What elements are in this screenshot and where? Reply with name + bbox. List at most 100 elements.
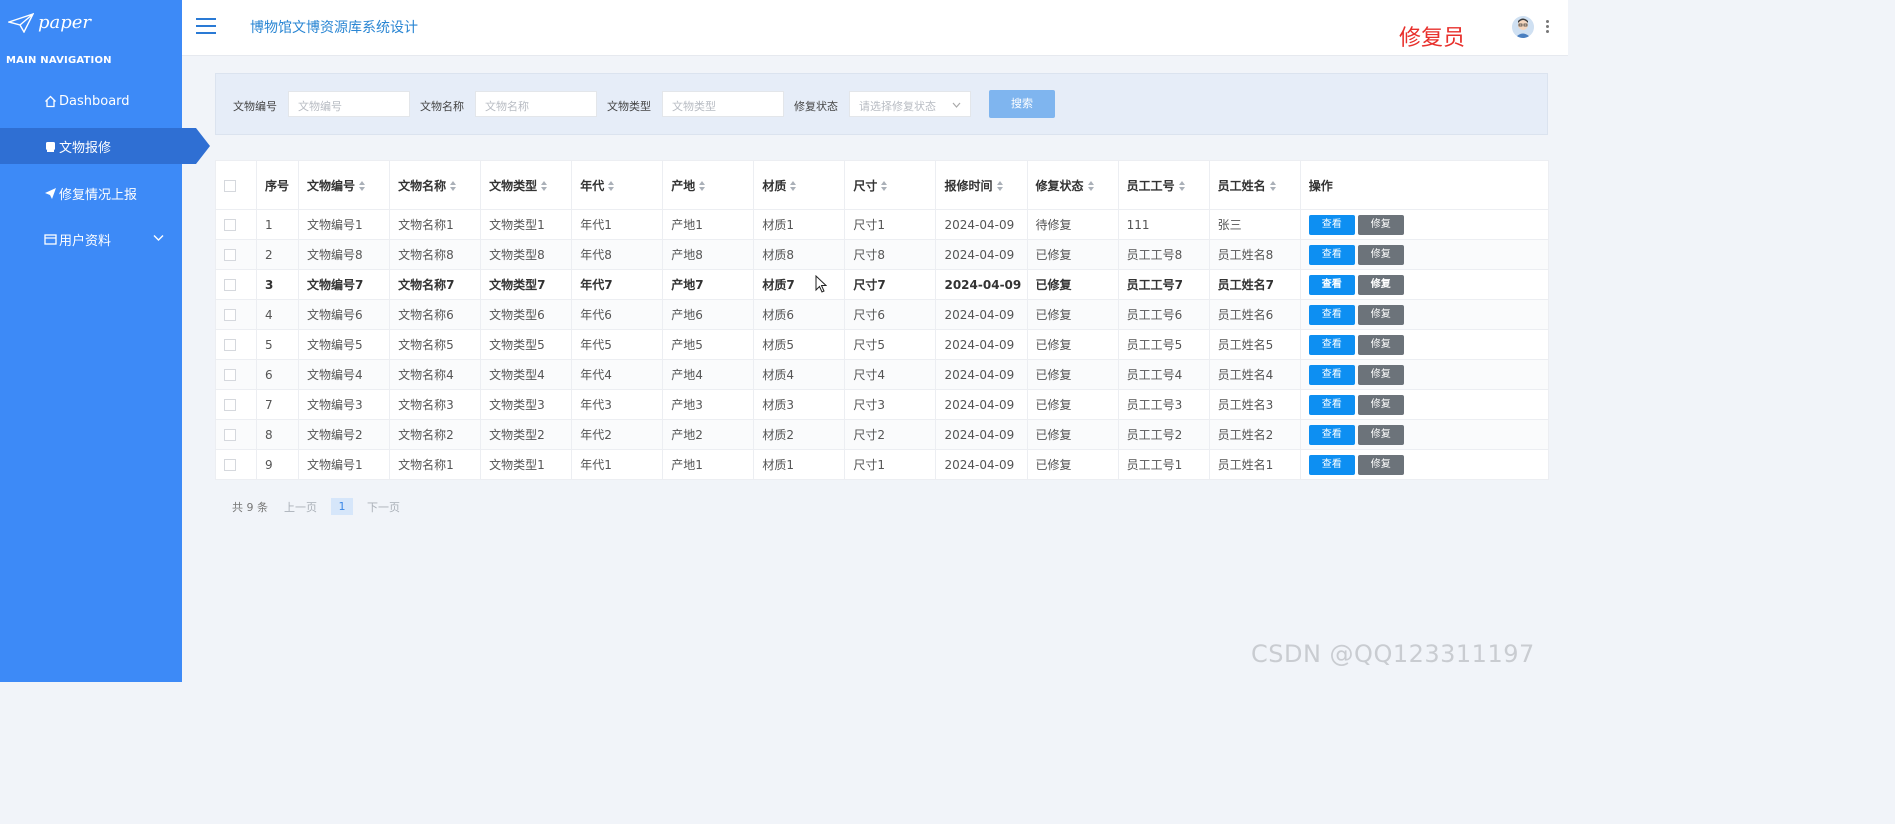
table-cell: 尺寸6 bbox=[844, 299, 937, 330]
current-page-button[interactable]: 1 bbox=[331, 498, 353, 515]
sort-icon[interactable] bbox=[1087, 181, 1095, 191]
table-cell: 年代8 bbox=[571, 239, 664, 270]
sidebar-item-artifact-repair[interactable]: 文物报修 bbox=[0, 128, 210, 164]
view-button[interactable]: 查看 bbox=[1308, 304, 1355, 325]
more-options-icon[interactable] bbox=[1546, 20, 1550, 35]
table-cell: 2024-04-09 bbox=[935, 389, 1028, 420]
row-checkbox[interactable] bbox=[224, 429, 236, 441]
row-checkbox[interactable] bbox=[224, 309, 236, 321]
table-cell: 待修复 bbox=[1026, 209, 1119, 240]
row-checkbox[interactable] bbox=[224, 459, 236, 471]
sort-icon[interactable] bbox=[1178, 181, 1186, 191]
repair-button[interactable]: 修复 bbox=[1357, 304, 1404, 325]
repair-button[interactable]: 修复 bbox=[1357, 424, 1404, 445]
select-all-checkbox[interactable] bbox=[224, 179, 236, 192]
view-button[interactable]: 查看 bbox=[1308, 424, 1355, 445]
table-cell: 年代2 bbox=[571, 419, 664, 450]
name-input[interactable]: 文物名称 bbox=[475, 91, 597, 117]
sort-icon[interactable] bbox=[881, 181, 888, 191]
column-header[interactable]: 员工姓名 bbox=[1208, 160, 1301, 210]
view-button[interactable]: 查看 bbox=[1308, 214, 1355, 235]
column-header[interactable]: 尺寸 bbox=[844, 160, 937, 210]
sort-icon[interactable] bbox=[359, 181, 366, 191]
sort-icon[interactable] bbox=[790, 181, 797, 191]
top-bar: 博物馆文博资源库系统设计 修复员 bbox=[182, 0, 1568, 56]
sort-icon[interactable] bbox=[1269, 181, 1277, 191]
sort-icon[interactable] bbox=[996, 181, 1004, 191]
row-checkbox[interactable] bbox=[224, 339, 236, 351]
table-row[interactable]: 8 文物编号2 文物名称2 文物类型2 年代2 产地2 材质2 尺寸2 2024-04-09 已修… bbox=[214, 419, 1550, 450]
table-cell: 3 bbox=[256, 269, 300, 300]
row-checkbox[interactable] bbox=[224, 369, 236, 381]
table-row[interactable]: 9 文物编号1 文物名称1 文物类型1 年代1 产地1 材质1 尺寸1 2024-04-09 已修… bbox=[214, 449, 1550, 480]
actions-cell: 查看 修复 bbox=[1299, 269, 1550, 300]
table-row[interactable]: 1 文物编号1 文物名称1 文物类型1 年代1 产地1 材质1 尺寸1 2024-04-09 待修… bbox=[214, 209, 1550, 240]
repair-button[interactable]: 修复 bbox=[1357, 244, 1404, 265]
type-label: 文物类型 bbox=[607, 100, 651, 113]
table-row[interactable]: 6 文物编号4 文物名称4 文物类型4 年代4 产地4 材质4 尺寸4 2024-04-09 已修… bbox=[214, 359, 1550, 390]
row-checkbox[interactable] bbox=[224, 249, 236, 261]
sidebar-item-label: 修复情况上报 bbox=[59, 187, 138, 203]
repair-button[interactable]: 修复 bbox=[1357, 394, 1404, 415]
table-row[interactable]: 3 文物编号7 文物名称7 文物类型7 年代7 产地7 材质7 尺寸7 2024-04-09 已修… bbox=[214, 269, 1550, 300]
table-cell: 文物类型1 bbox=[480, 449, 573, 480]
column-header[interactable]: 材质 bbox=[753, 160, 846, 210]
type-input[interactable]: 文物类型 bbox=[662, 91, 784, 117]
table-cell: 材质2 bbox=[753, 419, 846, 450]
view-button[interactable]: 查看 bbox=[1308, 274, 1355, 295]
repair-button[interactable]: 修复 bbox=[1357, 364, 1404, 385]
table-cell: 文物编号6 bbox=[298, 299, 391, 330]
sidebar-item-repair-report[interactable]: 修复情况上报 bbox=[0, 175, 182, 211]
avatar[interactable] bbox=[1512, 16, 1534, 38]
column-header[interactable]: 修复状态 bbox=[1026, 160, 1119, 210]
column-header[interactable]: 文物编号 bbox=[298, 160, 391, 210]
column-header[interactable]: 文物类型 bbox=[480, 160, 573, 210]
table-cell: 员工姓名3 bbox=[1208, 389, 1301, 420]
table-cell: 2024-04-09 bbox=[935, 419, 1028, 450]
column-label: 序号 bbox=[265, 178, 290, 193]
column-header[interactable]: 报修时间 bbox=[935, 160, 1028, 210]
next-page-button[interactable]: 下一页 bbox=[367, 499, 400, 515]
table-cell: 文物编号1 bbox=[298, 209, 391, 240]
column-header[interactable]: 产地 bbox=[662, 160, 755, 210]
table-cell: 员工工号1 bbox=[1117, 449, 1210, 480]
sort-icon[interactable] bbox=[608, 181, 615, 191]
sidebar-item-dashboard[interactable]: Dashboard bbox=[0, 83, 182, 119]
view-button[interactable]: 查看 bbox=[1308, 394, 1355, 415]
view-button[interactable]: 查看 bbox=[1308, 364, 1355, 385]
sort-icon[interactable] bbox=[450, 181, 457, 191]
view-button[interactable]: 查看 bbox=[1308, 454, 1355, 475]
table-row[interactable]: 4 文物编号6 文物名称6 文物类型6 年代6 产地6 材质6 尺寸6 2024-04-09 已修… bbox=[214, 299, 1550, 330]
search-button[interactable]: 搜索 bbox=[989, 90, 1055, 118]
sidebar: paper MAIN NAVIGATION Dashboard 文物报修 修复情… bbox=[0, 0, 210, 682]
column-header[interactable]: 文物名称 bbox=[389, 160, 482, 210]
table-cell: 文物类型8 bbox=[480, 239, 573, 270]
repair-button[interactable]: 修复 bbox=[1357, 274, 1404, 295]
prev-page-button[interactable]: 上一页 bbox=[284, 499, 317, 515]
column-header[interactable]: 年代 bbox=[571, 160, 664, 210]
table-cell: 员工姓名6 bbox=[1208, 299, 1301, 330]
sidebar-item-user-profile[interactable]: 用户资料 bbox=[0, 221, 182, 257]
sort-icon[interactable] bbox=[699, 181, 706, 191]
repair-button[interactable]: 修复 bbox=[1357, 454, 1404, 475]
row-checkbox[interactable] bbox=[224, 279, 236, 291]
row-checkbox[interactable] bbox=[224, 219, 236, 231]
table-row[interactable]: 5 文物编号5 文物名称5 文物类型5 年代5 产地5 材质5 尺寸5 2024-04-09 已修… bbox=[214, 329, 1550, 360]
menu-toggle-icon[interactable] bbox=[196, 18, 216, 34]
sort-icon[interactable] bbox=[541, 181, 548, 191]
table-cell: 产地2 bbox=[662, 419, 755, 450]
table-cell: 2024-04-09 bbox=[935, 269, 1028, 300]
table-row[interactable]: 2 文物编号8 文物名称8 文物类型8 年代8 产地8 材质8 尺寸8 2024-04-09 已修… bbox=[214, 239, 1550, 270]
repair-button[interactable]: 修复 bbox=[1357, 214, 1404, 235]
column-label: 尺寸 bbox=[853, 178, 878, 193]
table-cell: 已修复 bbox=[1026, 299, 1119, 330]
view-button[interactable]: 查看 bbox=[1308, 334, 1355, 355]
view-button[interactable]: 查看 bbox=[1308, 244, 1355, 265]
app-logo[interactable]: paper bbox=[8, 12, 91, 33]
column-header[interactable]: 员工工号 bbox=[1117, 160, 1210, 210]
table-row[interactable]: 7 文物编号3 文物名称3 文物类型3 年代3 产地3 材质3 尺寸3 2024-04-09 已修… bbox=[214, 389, 1550, 420]
code-input[interactable]: 文物编号 bbox=[288, 91, 410, 117]
status-select[interactable]: 请选择修复状态 bbox=[849, 91, 971, 117]
repair-button[interactable]: 修复 bbox=[1357, 334, 1404, 355]
row-checkbox[interactable] bbox=[224, 399, 236, 411]
